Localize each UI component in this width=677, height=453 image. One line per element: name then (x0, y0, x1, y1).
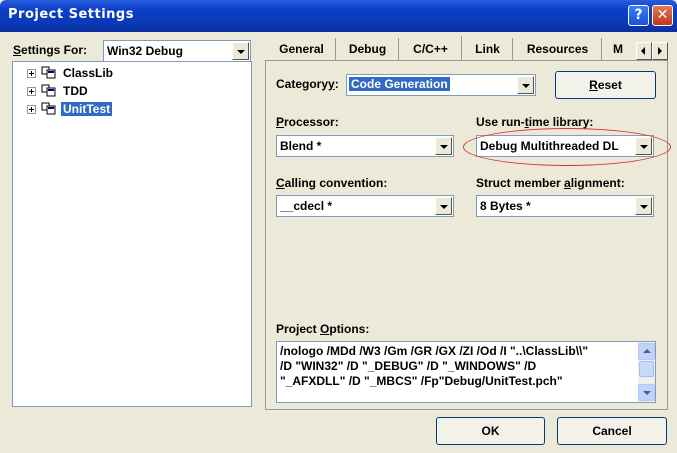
runtime-library-label: Use run-time library: (476, 115, 594, 129)
tab-debug[interactable]: Debug (337, 38, 399, 62)
project-options-textarea[interactable]: /nologo /MDd /W3 /Gm /GR /GX /ZI /Od /I … (276, 341, 656, 403)
chevron-down-icon[interactable] (517, 76, 534, 94)
struct-alignment-label: Struct member alignment: (476, 176, 625, 190)
tree-item-unittest[interactable]: UnitTest (17, 101, 247, 119)
expand-icon[interactable] (27, 87, 36, 96)
reset-button[interactable]: Reset (555, 71, 656, 99)
category-value: Code Generation (349, 77, 450, 91)
struct-alignment-combo[interactable]: 8 Bytes * (476, 195, 654, 217)
runtime-library-value: Debug Multithreaded DL (480, 139, 619, 153)
calling-convention-label: Calling convention: (276, 176, 388, 190)
tab-link[interactable]: Link (463, 38, 513, 62)
tree-item-tdd[interactable]: TDD (17, 83, 247, 101)
chevron-down-icon[interactable] (435, 197, 452, 215)
processor-value: Blend * (280, 139, 322, 153)
project-icon (41, 66, 56, 79)
tree-item-label: UnitTest (61, 102, 113, 116)
close-button[interactable]: ✕ (652, 5, 673, 26)
scroll-up-icon[interactable] (638, 343, 655, 360)
tree-item-label: ClassLib (63, 66, 114, 80)
expand-icon[interactable] (27, 105, 36, 114)
tab-general[interactable]: General (268, 38, 336, 62)
tab-resources[interactable]: Resources (514, 38, 602, 62)
calling-convention-value: __cdecl * (280, 199, 333, 213)
project-icon (41, 102, 56, 115)
ok-button[interactable]: OK (436, 417, 545, 445)
runtime-library-combo[interactable]: Debug Multithreaded DL (476, 135, 654, 157)
category-combo[interactable]: Code Generation (346, 74, 536, 96)
processor-label: Processor: (276, 115, 339, 129)
calling-convention-combo[interactable]: __cdecl * (276, 195, 454, 217)
window-title: Project Settings (8, 7, 134, 22)
settings-for-value: Win32 Debug (107, 44, 183, 58)
help-button[interactable]: ? (628, 5, 649, 26)
title-bar[interactable]: Project Settings ? ✕ (0, 0, 677, 32)
chevron-down-icon[interactable] (635, 197, 652, 215)
vertical-scrollbar[interactable] (638, 342, 655, 402)
project-options-label: Project Options: (276, 322, 370, 336)
scroll-down-icon[interactable] (638, 384, 655, 401)
category-label: Categoryy: (276, 77, 339, 91)
tab-c-cpp[interactable]: C/C++ (400, 36, 462, 62)
cancel-button[interactable]: Cancel (557, 417, 667, 445)
chevron-down-icon[interactable] (435, 137, 452, 155)
tree-item-label: TDD (63, 84, 88, 98)
project-options-text: /nologo /MDd /W3 /Gm /GR /GX /ZI /Od /I … (280, 344, 589, 388)
chevron-down-icon[interactable] (232, 42, 249, 60)
tab-scroll-left-icon[interactable] (636, 42, 652, 60)
tab-scroll-right-icon[interactable] (652, 42, 668, 60)
tab-more[interactable]: M (603, 38, 633, 62)
scroll-thumb[interactable] (639, 361, 654, 377)
project-settings-dialog: Project Settings ? ✕ Settings For: Win32… (0, 0, 677, 453)
tree-item-classlib[interactable]: ClassLib (17, 65, 247, 83)
project-icon (41, 84, 56, 97)
struct-alignment-value: 8 Bytes * (480, 199, 531, 213)
settings-for-combo[interactable]: Win32 Debug (103, 40, 251, 62)
chevron-down-icon[interactable] (635, 137, 652, 155)
project-tree[interactable]: ClassLib TDD UnitTest (12, 61, 252, 407)
settings-for-label: Settings For: (13, 43, 88, 57)
expand-icon[interactable] (27, 69, 36, 78)
processor-combo[interactable]: Blend * (276, 135, 454, 157)
